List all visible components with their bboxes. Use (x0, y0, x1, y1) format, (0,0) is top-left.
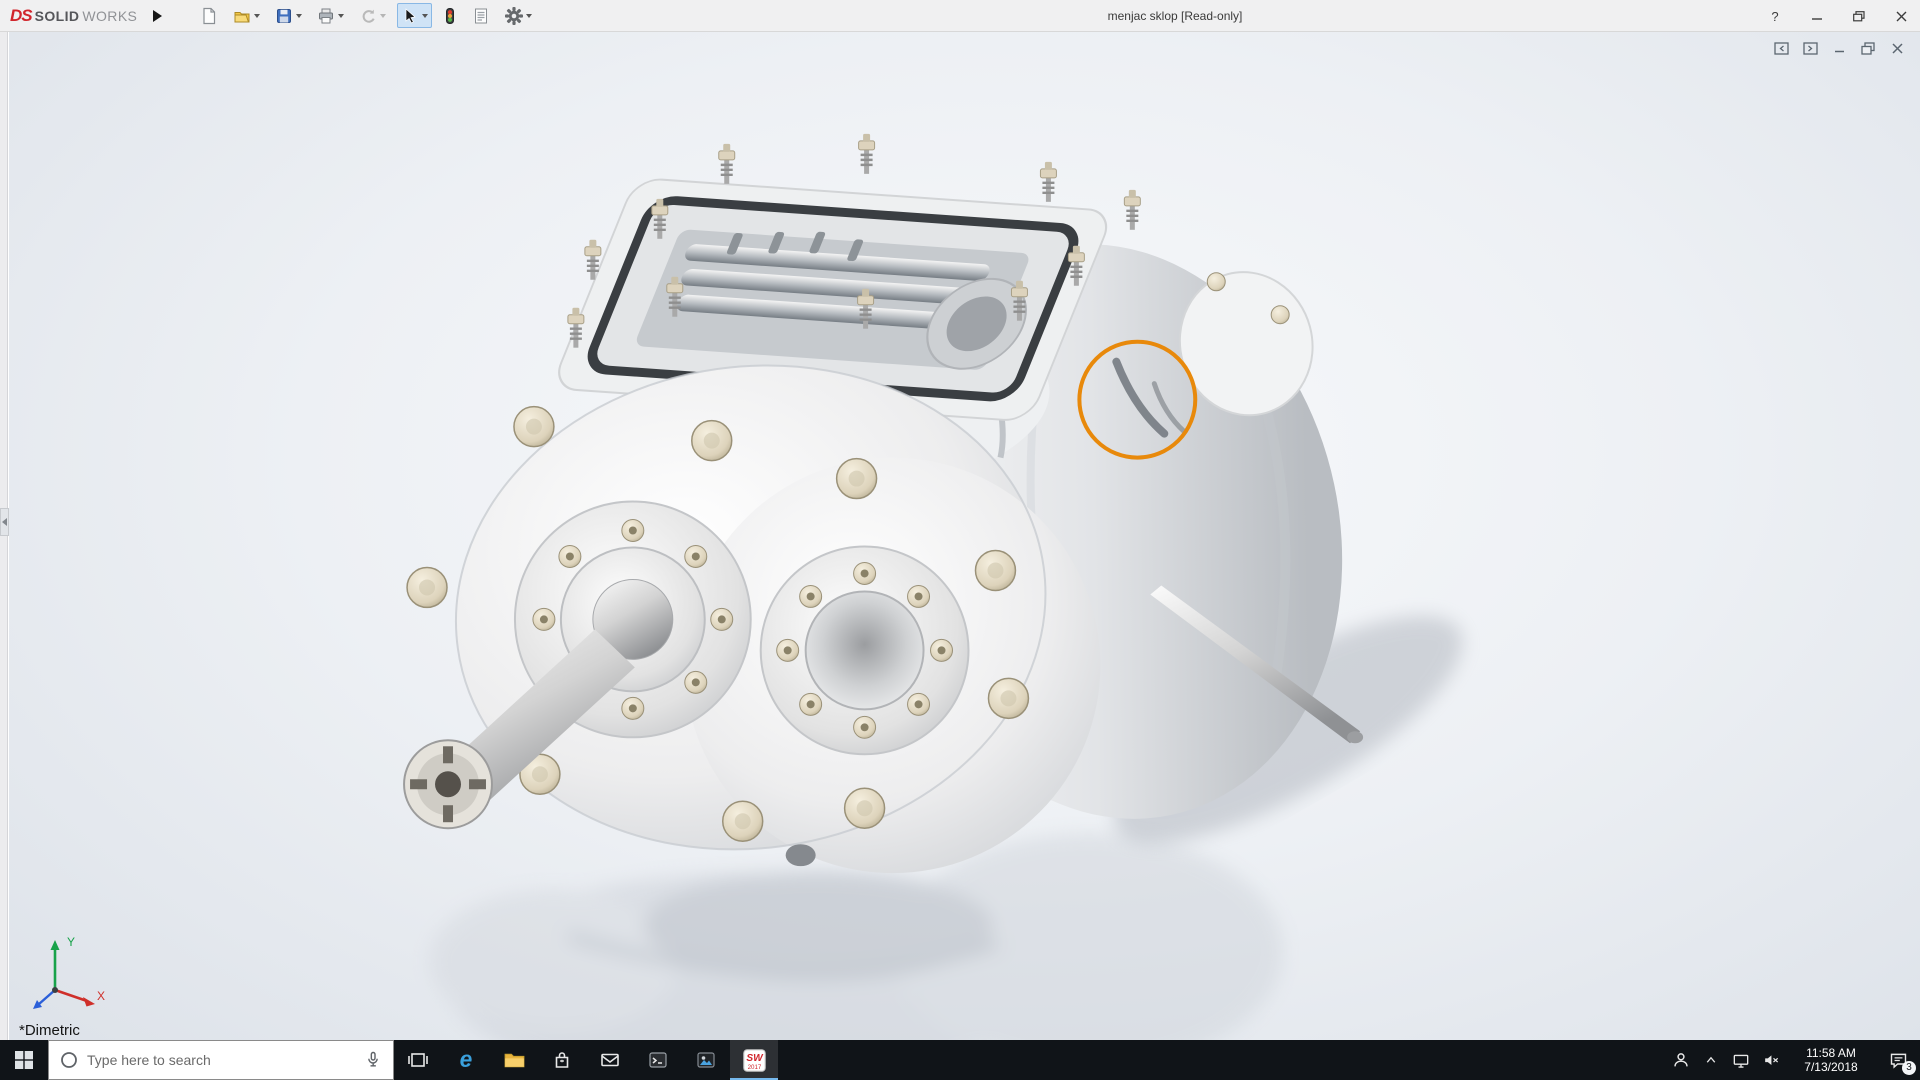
show-hidden-icons-button[interactable] (1696, 1040, 1726, 1080)
feature-panel-collapse-tab[interactable] (0, 508, 9, 536)
standard-toolbar (196, 3, 536, 28)
terminal-icon (649, 1052, 667, 1068)
orientation-triad: Y X (33, 935, 105, 1009)
microphone-icon[interactable] (363, 1050, 383, 1070)
print-icon (319, 8, 334, 23)
action-center-button[interactable]: 3 (1876, 1040, 1920, 1080)
taskbar-search-box[interactable] (48, 1040, 394, 1080)
mail-icon (601, 1053, 619, 1067)
edge-icon: e (460, 1047, 473, 1072)
triad-x-label: X (97, 989, 105, 1003)
file-explorer-button[interactable] (490, 1040, 538, 1080)
graphics-area[interactable]: Y X *Dimetric (9, 32, 1920, 1040)
minimize-button[interactable] (1808, 6, 1826, 26)
photos-button[interactable] (682, 1040, 730, 1080)
terminal-button[interactable] (634, 1040, 682, 1080)
restore-button[interactable] (1850, 6, 1868, 26)
file-properties-icon (475, 8, 488, 23)
undo-dropdown-arrow (380, 13, 387, 18)
edge-button[interactable]: e (442, 1040, 490, 1080)
menu-expand-arrow[interactable] (153, 9, 163, 22)
output-flange (759, 545, 970, 756)
previous-window-button[interactable] (1772, 40, 1790, 56)
print-dropdown-arrow (338, 13, 345, 18)
minimize-doc-button[interactable] (1830, 40, 1848, 56)
svg-text:e: e (460, 1047, 473, 1072)
rebuild-stoplight-icon (446, 7, 455, 24)
window-title: menjac sklop [Read-only] (1107, 8, 1243, 23)
search-input[interactable] (87, 1052, 355, 1068)
taskbar-clock[interactable]: 11:58 AM 7/13/2018 (1786, 1040, 1876, 1080)
clock-date: 7/13/2018 (1804, 1060, 1858, 1074)
window-controls: ? (1766, 0, 1910, 32)
view-orientation-label: *Dimetric (19, 1022, 80, 1039)
task-view-icon (408, 1053, 428, 1067)
system-tray: 11:58 AM 7/13/2018 3 (1666, 1040, 1920, 1080)
rebuild-button[interactable] (439, 3, 461, 28)
open-dropdown-arrow (254, 13, 261, 18)
collapse-arrow-icon (2, 518, 7, 526)
solidworks-window: DS SOLID WORKS menjac sklop [Read-only] … (0, 0, 1920, 1080)
brand-text-solid: SOLID (34, 7, 80, 24)
restore-doc-button[interactable] (1859, 40, 1877, 56)
svg-text:2017: 2017 (747, 1063, 761, 1070)
open-button[interactable] (229, 3, 264, 28)
print-button[interactable] (313, 3, 348, 28)
solidworks-app-icon: SW2017 (742, 1048, 766, 1072)
bottom-fitting (785, 844, 816, 867)
volume-button[interactable] (1756, 1040, 1786, 1080)
options-dropdown-arrow (526, 13, 533, 18)
open-icon (234, 11, 250, 22)
solidworks-logo[interactable]: DS SOLID WORKS (0, 6, 137, 26)
file-properties-button[interactable] (468, 3, 494, 28)
store-icon (555, 1052, 569, 1068)
notification-badge: 3 (1902, 1061, 1916, 1075)
mail-button[interactable] (586, 1040, 634, 1080)
gearbox-model[interactable] (403, 133, 1394, 887)
task-view-button[interactable] (394, 1040, 442, 1080)
save-button[interactable] (271, 3, 306, 28)
left-panel-strip (0, 32, 8, 1040)
brand-text-works: WORKS (82, 7, 138, 24)
solidworks-logo-mark: DS (10, 5, 33, 25)
close-doc-button[interactable] (1888, 40, 1906, 56)
solidworks-taskbar-button[interactable]: SW 2017 (730, 1040, 778, 1080)
windows-taskbar: e SW2017 11:58 AM 7/13/2018 (0, 1040, 1920, 1080)
photos-icon (697, 1052, 715, 1068)
select-tool-button[interactable] (397, 3, 433, 28)
select-dropdown-arrow (422, 13, 429, 18)
clock-time: 11:58 AM (1806, 1046, 1856, 1060)
people-button[interactable] (1666, 1040, 1696, 1080)
start-button[interactable] (0, 1040, 48, 1080)
titlebar: DS SOLID WORKS menjac sklop [Read-only] … (0, 0, 1920, 32)
options-button[interactable] (501, 3, 536, 28)
save-icon (277, 8, 292, 23)
new-document-icon (203, 7, 216, 24)
select-cursor-icon (405, 7, 417, 23)
file-explorer-icon (504, 1053, 524, 1067)
save-dropdown-arrow (296, 13, 303, 18)
help-button[interactable]: ? (1766, 6, 1784, 26)
undo-icon (362, 9, 375, 23)
store-button[interactable] (538, 1040, 586, 1080)
cortana-icon (61, 1052, 77, 1068)
close-button[interactable] (1892, 6, 1910, 26)
windows-logo-icon (15, 1051, 33, 1069)
triad-y-label: Y (67, 935, 75, 949)
svg-text:SW: SW (746, 1053, 764, 1064)
new-document-button[interactable] (196, 3, 222, 28)
undo-button[interactable] (355, 3, 390, 28)
document-window-controls (1772, 40, 1906, 56)
spline-coupling (403, 739, 493, 830)
model-canvas (403, 133, 1463, 1040)
next-window-button[interactable] (1801, 40, 1819, 56)
options-gear-icon (505, 6, 524, 25)
network-button[interactable] (1726, 1040, 1756, 1080)
